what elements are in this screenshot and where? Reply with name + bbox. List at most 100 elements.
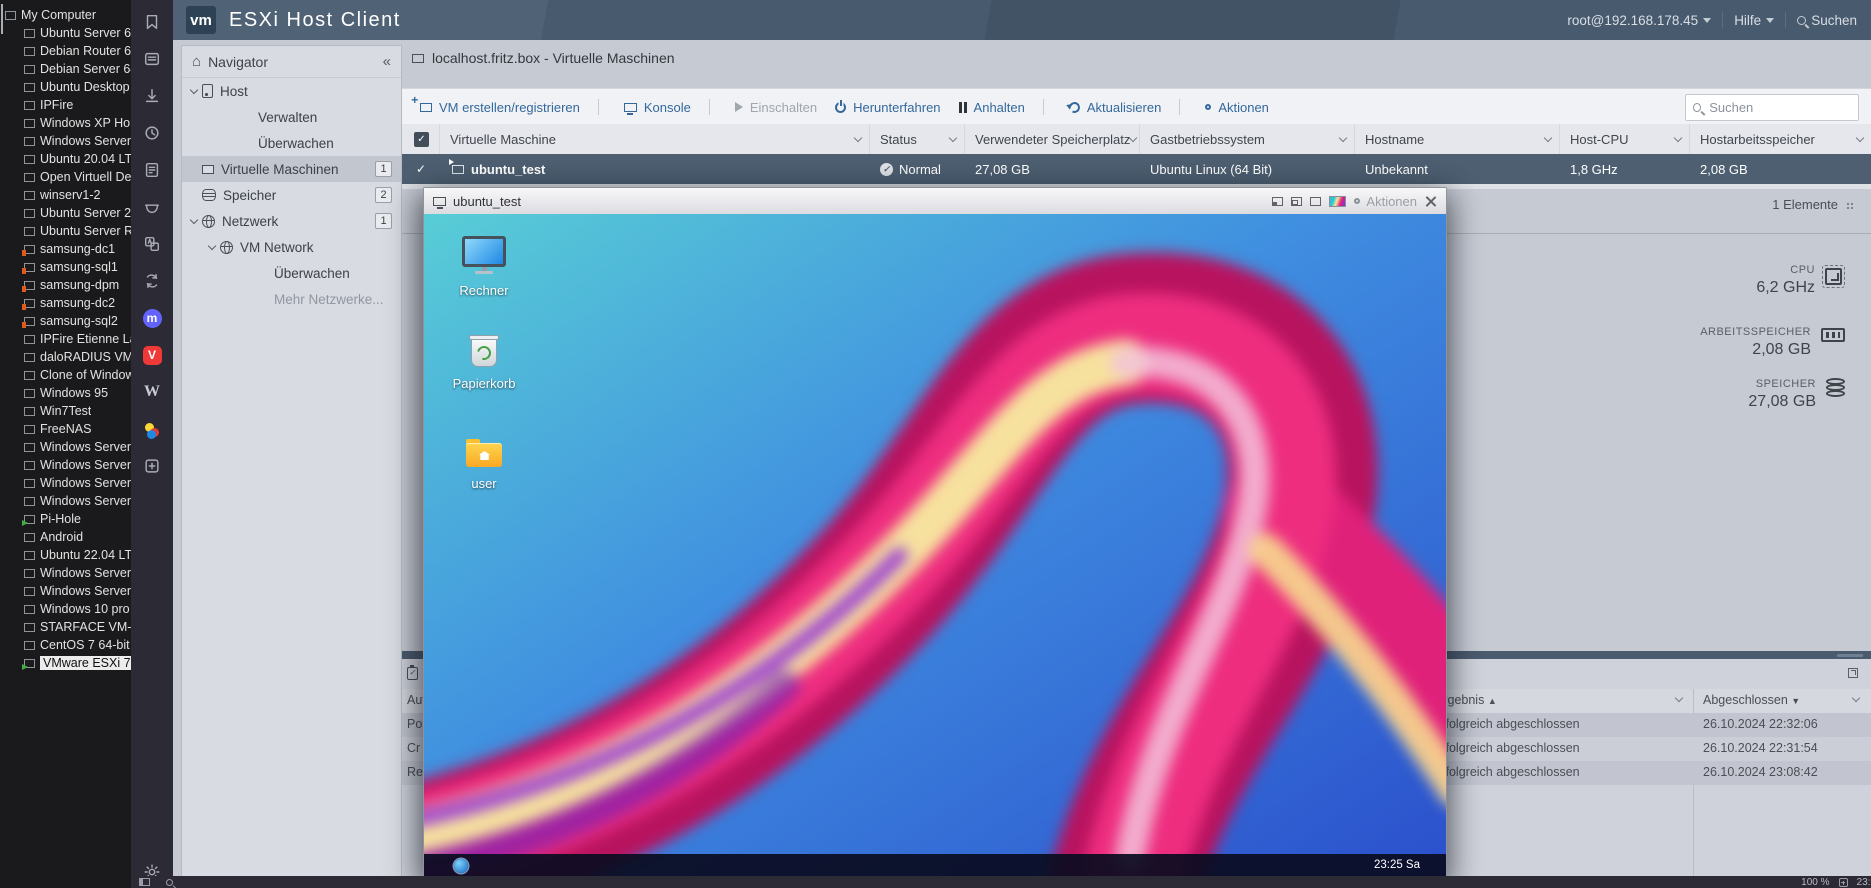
vm-library-item[interactable]: Windows Server 201 [0,456,131,474]
vm-library-item[interactable]: My Computer [0,6,131,24]
vm-library-item[interactable]: VMware ESXi 7 [0,654,131,672]
global-search[interactable]: Suchen [1797,13,1857,28]
column-header-guest-os[interactable]: Gastbetriebssystem [1140,124,1355,154]
add-panel-icon[interactable] [142,456,162,476]
page-zoom-icon[interactable] [166,878,173,886]
vm-library-item[interactable]: daloRADIUS VM [0,348,131,366]
column-header-completed[interactable]: Abgeschlossen ▼ [1703,693,1800,707]
vm-library-item[interactable]: samsung-sql1 [0,258,131,276]
vm-library-item[interactable]: Windows Server 200 [0,132,131,150]
vm-table-row[interactable]: ✓ ubuntu_test Normal 27,08 GB Ubuntu Lin… [402,154,1871,184]
vm-library-item[interactable]: Ubuntu 22.04 LTS 6 [0,546,131,564]
vm-library-item[interactable]: CentOS 7 64-bit [0,636,131,654]
column-header-hostname[interactable]: Hostname [1355,124,1560,154]
wikipedia-panel-icon[interactable]: W [142,382,162,402]
vm-library-item[interactable]: Ubuntu Server 2 64 [0,204,131,222]
toolbar-button[interactable]: Aktualisieren [1043,99,1161,115]
vm-library-item[interactable]: Windows Server 201 [0,438,131,456]
ubuntu-desktop[interactable]: Rechner Papierkorb user 23:25 Sa [424,214,1446,878]
vm-library-item[interactable]: IPFire [0,96,131,114]
vm-library-item[interactable]: Debian Router 64-b [0,42,131,60]
vm-library-item[interactable]: winserv1-2 [0,186,131,204]
panel-popout-icon[interactable] [1848,668,1858,678]
vm-library-item[interactable]: samsung-dc2 [0,294,131,312]
vm-library-item[interactable]: Ubuntu 20.04 LTS 6 [0,150,131,168]
vm-library-item[interactable]: Ubuntu Desktop 64 [0,78,131,96]
navigator-item[interactable]: Netzwerk 1 [182,208,401,234]
chevron-down-icon[interactable] [188,214,202,228]
translate-icon[interactable] [142,234,162,254]
vm-library-item[interactable]: Ubuntu Server 64-b [0,24,131,42]
vm-library-item[interactable]: Open Virtuell Deskt [0,168,131,186]
navigator-item[interactable]: Virtuelle Maschinen 1 [182,156,401,182]
navigator-item[interactable]: Speicher 2 [182,182,401,208]
window-fullscreen-icon[interactable] [1310,196,1322,206]
resize-grip-icon[interactable] [1847,206,1849,209]
desktop-icon-user-folder[interactable]: user [438,436,530,491]
vm-library-item[interactable]: STARFACE VM-Edit [0,618,131,636]
console-thumbnail[interactable] [1329,195,1347,207]
column-header-host-cpu[interactable]: Host-CPU [1560,124,1690,154]
window-maximize-icon[interactable] [1291,196,1303,206]
sync-icon[interactable] [142,271,162,291]
chevron-down-icon[interactable] [188,84,202,98]
desktop-icon-trash[interactable]: Papierkorb [438,334,530,391]
vm-library-item[interactable]: Pi-Hole [0,510,131,528]
close-icon[interactable] [1425,195,1437,207]
collapse-panel-button[interactable]: « [383,53,391,70]
toolbar-button[interactable]: VM erstellen/registrieren [411,93,580,115]
vm-library-item[interactable]: Windows Server 200 [0,474,131,492]
console-titlebar[interactable]: ubuntu_test Aktionen [424,188,1446,215]
toolbar-button[interactable]: Herunterfahren [835,100,941,115]
toolbar-button[interactable]: Konsole [598,99,691,115]
vm-library-item[interactable]: FreeNAS [0,420,131,438]
vm-library-item[interactable]: samsung-dc1 [0,240,131,258]
mastodon-panel-icon[interactable]: m [142,308,162,328]
history-icon[interactable] [142,123,162,143]
console-actions-button[interactable]: Aktionen [1354,194,1417,209]
help-menu[interactable]: Hilfe [1734,13,1775,28]
navigator-item[interactable]: Host [182,78,401,104]
toolbar-button[interactable]: Anhalten [958,100,1025,115]
toolbar-button[interactable]: Einschalten [709,99,817,115]
navigator-item[interactable]: Überwachen [182,130,401,156]
taskbar[interactable]: 23:25 Sa [424,854,1446,878]
colored-dots-panel-icon[interactable] [142,419,162,439]
vm-library-item[interactable]: Android [0,528,131,546]
vm-library-item[interactable]: Debian Server 64-bi [0,60,131,78]
row-checkbox[interactable]: ✓ [402,154,440,184]
column-header-storage[interactable]: Verwendeter Speicherplatz [965,124,1140,154]
vivaldi-panel-icon[interactable]: V [142,345,162,365]
vm-name-cell[interactable]: ubuntu_test [440,154,870,184]
toolbar-button[interactable]: Aktionen [1179,99,1269,115]
panel-toggle-icon[interactable] [139,878,150,886]
search-input[interactable] [1707,99,1851,116]
vm-library-item[interactable]: samsung-dpm [0,276,131,294]
zoom-in-icon[interactable] [1838,877,1848,887]
desktop-icon-computer[interactable]: Rechner [438,236,530,298]
vm-library-item[interactable]: Win7Test [0,402,131,420]
window-restore-icon[interactable] [1272,196,1284,206]
window-panel-icon[interactable] [142,197,162,217]
vm-library-item[interactable]: Windows Server 202 [0,582,131,600]
vm-library-item[interactable]: Windows Server 201 [0,492,131,510]
vm-library-item[interactable]: Windows Server 201 [0,564,131,582]
vm-library-item[interactable]: Windows 95 [0,384,131,402]
vm-library-item[interactable]: Windows 10 pro tes [0,600,131,618]
vm-library-item[interactable]: Ubuntu Server Raid [0,222,131,240]
bookmarks-icon[interactable] [142,12,162,32]
navigator-item[interactable]: VM Network [182,234,401,260]
vm-library-item[interactable]: Clone of Windows [0,366,131,384]
chevron-down-icon[interactable] [206,240,220,254]
column-header-status[interactable]: Status [870,124,965,154]
navigator-item[interactable]: Verwalten [182,104,401,130]
navigator-item[interactable]: Mehr Netzwerke... [182,286,401,312]
app-launcher-icon[interactable] [454,859,468,873]
vm-library-item[interactable]: Windows XP Home [0,114,131,132]
select-all-checkbox[interactable]: ✓ [402,124,440,154]
column-header-vm[interactable]: Virtuelle Maschine [440,124,870,154]
downloads-icon[interactable] [142,86,162,106]
vm-library-item[interactable]: samsung-sql2 [0,312,131,330]
user-menu[interactable]: root@192.168.178.45 [1567,13,1712,28]
column-header-host-memory[interactable]: Hostarbeitsspeicher [1690,124,1871,154]
